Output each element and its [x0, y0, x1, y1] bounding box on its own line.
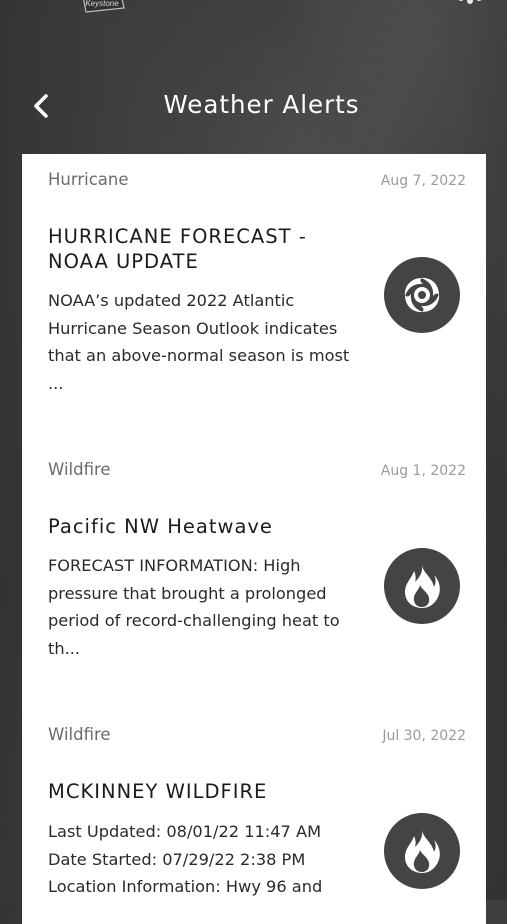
- logo-text: Keystone: [85, 0, 119, 8]
- app-logo[interactable]: Keystone: [76, 0, 128, 16]
- page-title: Weather Alerts: [163, 90, 360, 119]
- fire-icon: [384, 813, 460, 889]
- alert-title: Pacific NW Heatwave: [48, 515, 273, 538]
- alert-summary-line: Last Updated: 08/01/22 11:47 AM: [48, 822, 322, 841]
- header-bar: Weather Alerts: [0, 84, 507, 128]
- alert-summary-line: Location Information: Hwy 96 and: [48, 877, 323, 896]
- alert-category: Wildfire: [48, 725, 111, 744]
- hurricane-icon: [384, 257, 460, 333]
- alert-item-mckinney-wildfire[interactable]: Wildfire Jul 30, 2022 MCKINNEY WILDFIRE …: [22, 709, 486, 924]
- alert-summary: FORECAST INFORMATION: High pressure that…: [48, 556, 340, 658]
- alert-date: Jul 30, 2022: [382, 728, 466, 744]
- alert-item-hurricane-forecast[interactable]: Hurricane Aug 7, 2022 HURRICANE FORECAST…: [22, 154, 486, 444]
- alerts-list: Hurricane Aug 7, 2022 HURRICANE FORECAST…: [22, 154, 486, 924]
- alert-category: Hurricane: [48, 170, 129, 189]
- alert-category: Wildfire: [48, 460, 111, 479]
- alert-title: HURRICANE FORECAST - NOAA UPDATE: [48, 225, 307, 273]
- alert-date: Aug 7, 2022: [380, 173, 466, 189]
- alert-title: MCKINNEY WILDFIRE: [48, 780, 268, 803]
- alert-item-pacific-nw-heatwave[interactable]: Wildfire Aug 1, 2022 Pacific NW Heatwave…: [22, 444, 486, 734]
- alert-summary: Last Updated: 08/01/22 11:47 AM Date Sta…: [48, 818, 378, 901]
- alert-summary-line: Date Started: 07/29/22 2:38 PM: [48, 849, 306, 869]
- alert-summary: NOAA’s updated 2022 Atlantic Hurricane S…: [48, 291, 350, 393]
- fire-icon: [384, 548, 460, 624]
- gear-icon[interactable]: [456, 0, 484, 8]
- alert-date: Aug 1, 2022: [380, 463, 466, 479]
